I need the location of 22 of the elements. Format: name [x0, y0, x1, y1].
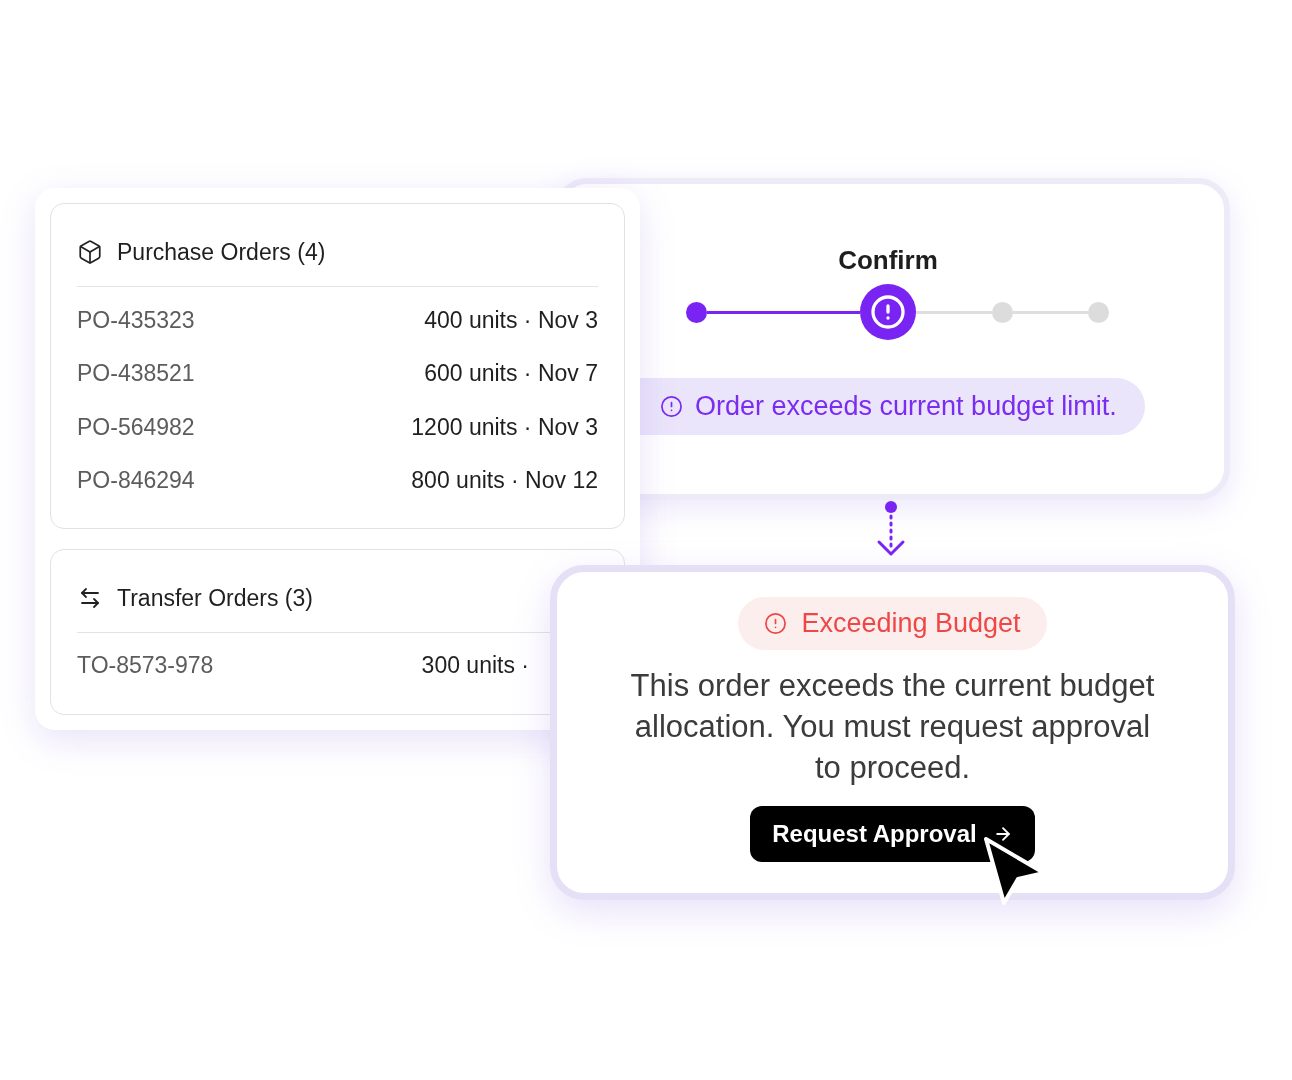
section-title: Purchase Orders (4)	[117, 237, 326, 267]
dotted-down-arrow	[876, 501, 906, 557]
alert-icon	[870, 294, 906, 330]
alert-icon	[660, 395, 683, 418]
section-title: Transfer Orders (3)	[117, 583, 313, 613]
order-details: 800 units · Nov 12	[411, 466, 598, 495]
order-id: PO-438521	[77, 359, 195, 388]
order-id: PO-435323	[77, 305, 195, 335]
order-id: PO-564982	[77, 412, 195, 442]
cube-icon	[77, 239, 103, 265]
alert-icon	[764, 612, 788, 635]
order-details: 1200 units · Nov 3	[411, 412, 598, 442]
dialog-message: This order exceeds the current budget allocation. You must request approval to proceed.	[629, 667, 1156, 787]
swap-arrows-icon	[78, 586, 102, 610]
order-details: 600 units · Nov 7	[424, 359, 598, 388]
order-details: 400 units · Nov 3	[424, 305, 598, 335]
badge-text: Exceeding Budget	[801, 607, 1021, 641]
order-details: 300 units ·	[421, 650, 529, 680]
order-id: PO-846294	[77, 466, 195, 495]
step-label: Confirm	[838, 245, 938, 275]
alert-message: Order exceeds current budget limit.	[695, 390, 1117, 424]
order-id: TO-8573-978	[77, 650, 214, 680]
